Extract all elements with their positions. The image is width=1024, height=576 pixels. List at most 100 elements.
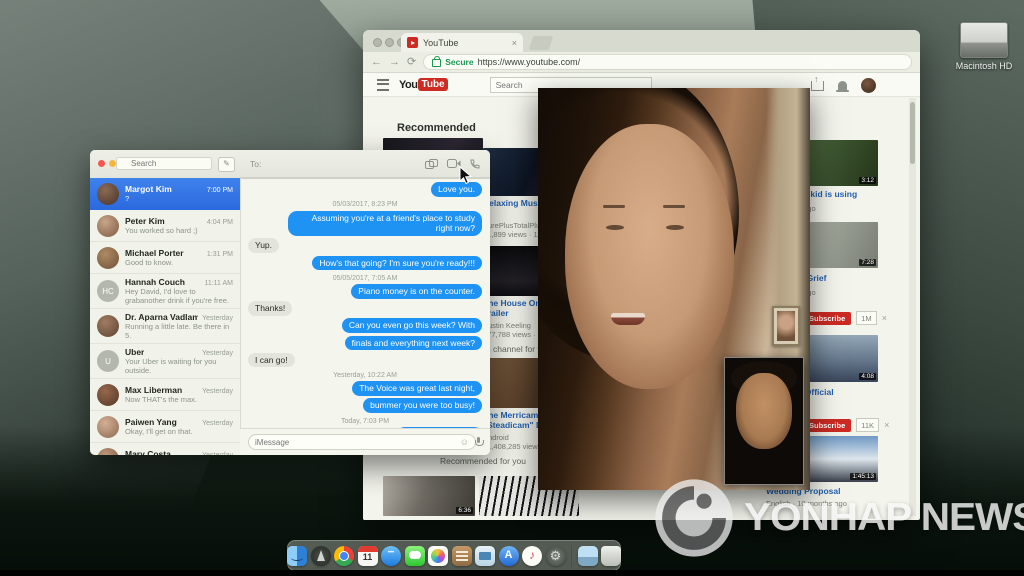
subscribe-button[interactable]: Subscribe <box>803 311 852 325</box>
conversation-search-input[interactable] <box>116 157 212 170</box>
mouse-cursor <box>459 165 473 190</box>
app-store-icon[interactable] <box>498 545 519 566</box>
subscribe-row: Subscribe 11K × <box>803 418 889 432</box>
compose-button[interactable]: ✎ <box>218 157 235 172</box>
address-bar[interactable]: Secure https://www.youtube.com/ <box>423 54 912 70</box>
volume-label: Macintosh HD <box>955 61 1013 71</box>
forward-icon[interactable]: → <box>389 56 400 68</box>
window-close-button[interactable] <box>98 160 105 167</box>
subscribe-button[interactable]: Subscribe <box>803 418 852 432</box>
contact-name: Margot Kim <box>125 184 172 194</box>
recommended-for-you-label: Recommended for you <box>440 456 526 466</box>
message-input-bar: ☺ <box>240 428 490 455</box>
url-text: https://www.youtube.com/ <box>477 57 581 67</box>
subscribe-row: Subscribe 1M × <box>803 311 887 325</box>
conversation-list: Margot Kim 7:00 PM? Peter Kim 4:04 PM You wo… <box>90 178 241 455</box>
preview-icon[interactable] <box>475 545 495 566</box>
youtube-logo[interactable]: You Tube <box>399 78 448 91</box>
dock-separator <box>571 544 572 567</box>
conversation-row[interactable]: Mary CostaYesterdayThat's hilarious. <box>90 443 240 455</box>
screen-share-icon[interactable] <box>425 158 438 169</box>
contact-name: Mary Costa <box>125 449 171 455</box>
facetime-call-window <box>538 88 810 490</box>
conversation-row[interactable]: Michael Porter 1:31 PM Good to know. <box>90 242 240 274</box>
calendar-day: 11 <box>362 551 373 562</box>
tab-youtube[interactable]: YouTube × <box>401 33 523 52</box>
system-preferences-icon[interactable] <box>545 545 566 566</box>
date-separator: Yesterday, 10:22 AM <box>333 371 397 379</box>
reload-icon[interactable]: ⟳ <box>407 56 416 68</box>
avatar <box>97 214 119 237</box>
contact-name: Max Liberman <box>125 385 183 395</box>
message-thread: Love you. 05/03/2017, 8:23 PM Assuming you… <box>240 178 490 428</box>
avatar <box>97 246 119 269</box>
outgoing-bubble: finals and everything next week? <box>344 335 482 351</box>
outgoing-bubble: Can you even go this week? With <box>341 318 482 333</box>
menu-icon[interactable] <box>377 78 389 91</box>
duration-badge: 4:08 <box>859 373 876 380</box>
imessage-input[interactable] <box>248 434 476 450</box>
desktop-volume-macintosh-hd[interactable]: Macintosh HD <box>948 22 1020 71</box>
video-title[interactable]: Classical Music for Studying <box>479 519 579 520</box>
video-title[interactable]: Nug <box>383 519 475 520</box>
scrollbar[interactable] <box>909 98 916 516</box>
conversation-row[interactable]: U Uber Yesterday Your Uber is waiting for y… <box>90 344 240 379</box>
scrollbar-thumb[interactable] <box>910 102 915 164</box>
dismiss-icon[interactable]: × <box>884 420 889 430</box>
incoming-bubble: Thanks! <box>248 301 293 316</box>
tab-title: YouTube <box>423 37 459 48</box>
yonhap-logo-icon <box>655 479 733 557</box>
conversation-row[interactable]: Peter Kim 4:04 PM You worked so hard ;) <box>90 210 240 242</box>
contact-name: Peter Kim <box>125 216 165 226</box>
calendar-icon[interactable]: 11 <box>357 545 378 566</box>
microphone-icon[interactable] <box>475 437 484 447</box>
finder-icon[interactable] <box>287 545 307 566</box>
picture-frame <box>772 306 800 346</box>
movie-frame: Macintosh HD YouTube × ← → ⟳ Secure http… <box>0 0 1024 576</box>
dismiss-icon[interactable]: × <box>882 313 887 323</box>
facetime-icon[interactable] <box>404 545 425 566</box>
incoming-bubble: I can go! <box>248 352 295 368</box>
conversation-row[interactable]: Max Liberman Yesterday Now THAT's the max. <box>90 379 240 411</box>
message-time: 7:00 PM <box>206 187 233 194</box>
messages-icon[interactable] <box>381 545 401 566</box>
conversation-row[interactable]: Margot Kim 7:00 PM? <box>90 178 240 210</box>
facetime-video-detail <box>606 224 624 230</box>
outgoing-bubble: The Voice was great last night, <box>352 381 482 396</box>
conversation-row[interactable]: Dr. Aparna Vadlamani YesterdayRunning a l… <box>90 309 240 344</box>
date-separator: Today, 7:03 PM <box>340 417 390 425</box>
chrome-icon[interactable] <box>334 545 354 566</box>
facetime-caller-face <box>565 124 734 390</box>
avatar <box>97 447 119 455</box>
conversation-row[interactable]: HC Hannah Couch 11:11 AM Hey David, I'd lov… <box>90 274 240 309</box>
message-preview: You worked so hard ;) <box>125 226 198 235</box>
conversation-row[interactable]: Paiwen Yang Yesterday Okay, I'll get on th… <box>90 411 240 443</box>
tab-close-icon[interactable]: × <box>512 38 517 48</box>
window-minimize-button[interactable] <box>109 160 116 167</box>
facetime-self-view[interactable] <box>724 357 804 485</box>
video-thumbnail[interactable]: 6:36 <box>383 476 475 516</box>
chat-pane: To: Love you.05/03/2017, 8:23 PMAssumi <box>240 150 490 455</box>
message-time: Yesterday <box>202 388 233 395</box>
back-icon[interactable]: ← <box>371 56 382 68</box>
contact-name: Hannah Couch <box>125 277 185 287</box>
account-avatar[interactable] <box>861 78 876 93</box>
launchpad-icon[interactable] <box>310 545 331 566</box>
downloads-icon[interactable] <box>577 545 598 566</box>
yonhap-watermark: YONHAP NEWS <box>652 476 1024 560</box>
itunes-icon[interactable] <box>522 545 542 566</box>
dock: 11 <box>287 540 621 571</box>
upload-icon[interactable] <box>811 74 824 91</box>
window-close-button[interactable] <box>373 38 382 47</box>
contacts-icon[interactable] <box>451 545 472 566</box>
window-minimize-button[interactable] <box>385 38 394 47</box>
messages-window: ✎ Margot Kim 7:00 PM? Peter Kim 4:04 PM You … <box>90 150 490 455</box>
message-time: 11:11 AM <box>204 280 233 287</box>
photos-icon[interactable] <box>428 545 448 566</box>
avatar <box>97 415 119 438</box>
emoji-icon[interactable]: ☺ <box>460 437 469 447</box>
new-tab-button[interactable] <box>528 36 554 50</box>
trash-icon[interactable] <box>601 545 621 566</box>
notifications-bell-icon[interactable] <box>836 81 849 92</box>
outgoing-bubble: Love you. <box>431 182 482 197</box>
